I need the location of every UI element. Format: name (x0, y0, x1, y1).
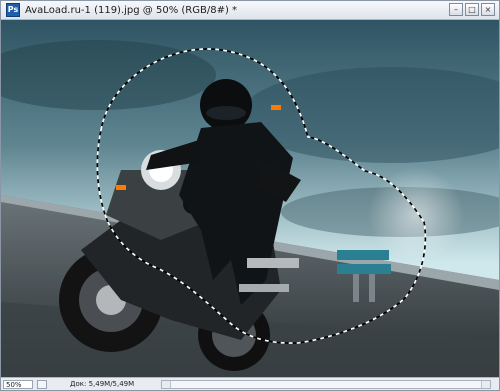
maximize-button[interactable]: □ (465, 3, 479, 16)
document-title: AvaLoad.ru-1 (119).jpg @ 50% (RGB/8#) * (25, 4, 238, 16)
close-button[interactable]: × (481, 3, 495, 16)
minimize-button[interactable]: – (449, 3, 463, 16)
photo-motorcycle-rider (1, 20, 499, 378)
window-controls: – □ × (449, 3, 495, 16)
document-size-info[interactable]: Док: 5,49M/5,49M (70, 380, 134, 388)
status-options-icon[interactable] (37, 379, 47, 389)
zoom-level-field[interactable]: 50% (3, 379, 33, 389)
title-bar[interactable]: Ps AvaLoad.ru-1 (119).jpg @ 50% (RGB/8#)… (1, 1, 499, 20)
document-canvas[interactable] (1, 20, 499, 378)
horizontal-scrollbar[interactable] (161, 380, 491, 389)
scroll-right-button[interactable] (481, 381, 490, 388)
status-bar: 50% Док: 5,49M/5,49M ▶ (1, 377, 499, 390)
photoshop-icon: Ps (6, 3, 20, 17)
scroll-left-button[interactable] (162, 381, 171, 388)
photoshop-document-window: Ps AvaLoad.ru-1 (119).jpg @ 50% (RGB/8#)… (0, 0, 500, 391)
